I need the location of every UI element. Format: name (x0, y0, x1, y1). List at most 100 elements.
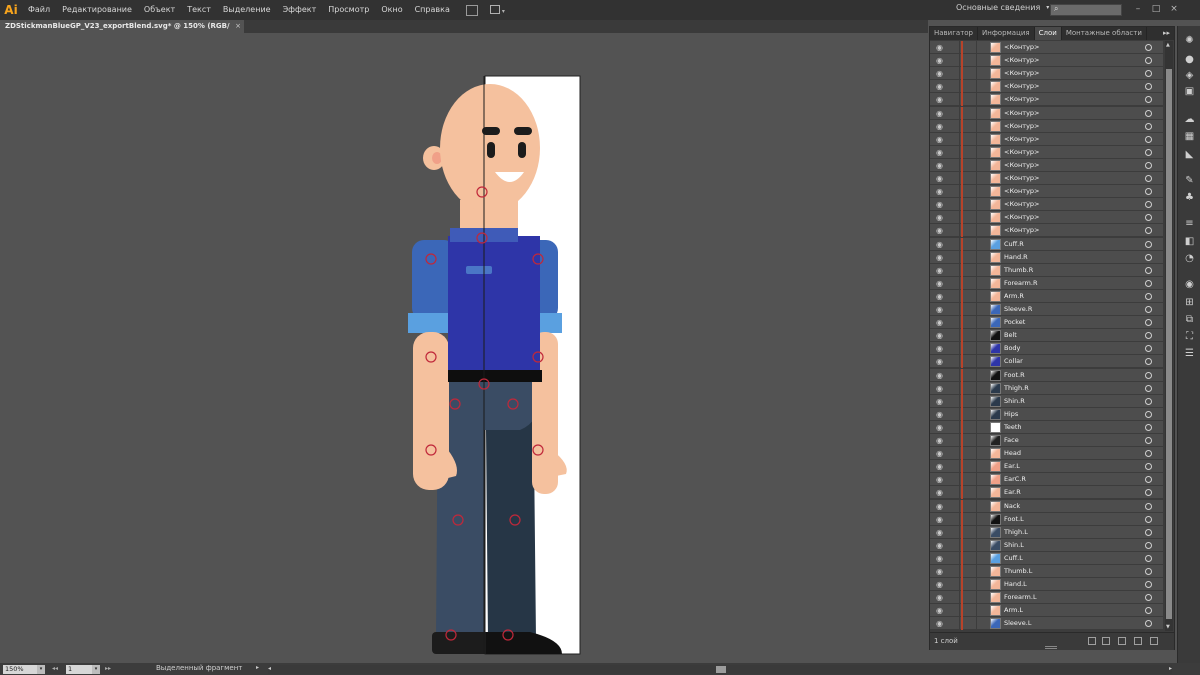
layer-row[interactable]: ◉ <Контур> (930, 67, 1163, 81)
layer-name[interactable]: Ear.R (1004, 486, 1021, 499)
target-circle-icon[interactable] (1145, 240, 1152, 248)
visibility-eye-icon[interactable]: ◉ (936, 488, 943, 497)
visibility-eye-icon[interactable]: ◉ (936, 318, 943, 327)
layer-row[interactable]: ◉ Forearm.R (930, 276, 1163, 290)
target-circle-icon[interactable] (1145, 109, 1152, 117)
visibility-eye-icon[interactable]: ◉ (936, 619, 943, 628)
layer-row[interactable]: ◉ Forearm.L (930, 591, 1163, 605)
layer-name[interactable]: <Контур> (1004, 211, 1040, 224)
layer-row[interactable]: ◉ Arm.R (930, 289, 1163, 303)
layer-name[interactable]: Hips (1004, 408, 1018, 421)
target-circle-icon[interactable] (1145, 148, 1152, 156)
layer-row[interactable]: ◉ <Контур> (930, 145, 1163, 159)
layer-name[interactable]: Collar (1004, 355, 1023, 368)
visibility-eye-icon[interactable]: ◉ (936, 371, 943, 380)
visibility-eye-icon[interactable]: ◉ (936, 226, 943, 235)
visibility-eye-icon[interactable]: ◉ (936, 122, 943, 131)
visibility-eye-icon[interactable]: ◉ (936, 449, 943, 458)
layer-row[interactable]: ◉ <Контур> (930, 198, 1163, 212)
layer-row[interactable]: ◉ <Контур> (930, 54, 1163, 68)
stroke-icon[interactable]: ≡ (1184, 219, 1195, 229)
layer-name[interactable]: Sleeve.L (1004, 617, 1031, 630)
appearance-icon[interactable]: ◔ (1184, 254, 1195, 264)
bridge-icon[interactable] (465, 4, 478, 16)
visibility-eye-icon[interactable]: ◉ (936, 148, 943, 157)
layer-name[interactable]: Shin.R (1004, 395, 1025, 408)
layer-row[interactable]: ◉ Teeth (930, 420, 1163, 434)
graphic-styles-icon[interactable]: ◉ (1184, 280, 1195, 290)
lock-toggle[interactable] (948, 145, 960, 159)
target-circle-icon[interactable] (1145, 594, 1152, 602)
layer-row[interactable]: ◉ <Контур> (930, 158, 1163, 172)
menu-file[interactable]: Файл (22, 0, 56, 20)
layer-name[interactable]: Thigh.R (1004, 382, 1029, 395)
target-circle-icon[interactable] (1145, 410, 1152, 418)
layer-name[interactable]: Hand.L (1004, 578, 1027, 591)
locate-object-icon[interactable] (1088, 637, 1096, 645)
menu-edit[interactable]: Редактирование (56, 0, 138, 20)
layer-name[interactable]: Forearm.R (1004, 277, 1037, 290)
target-circle-icon[interactable] (1145, 397, 1152, 405)
layer-row[interactable]: ◉ Cuff.R (930, 237, 1163, 251)
next-artboard-icon[interactable]: ▸▸ (105, 665, 111, 672)
lock-toggle[interactable] (948, 263, 960, 277)
new-layer-icon[interactable] (1134, 637, 1142, 645)
lock-toggle[interactable] (948, 565, 960, 578)
scroll-up-icon[interactable]: ▲ (1166, 42, 1170, 48)
layer-name[interactable]: Teeth (1004, 421, 1022, 434)
menu-window[interactable]: Окно (375, 0, 408, 20)
visibility-eye-icon[interactable]: ◉ (936, 606, 943, 615)
layer-row[interactable]: ◉ Face (930, 434, 1163, 447)
document-tab[interactable]: ZDStickmanBlueGP_V23_exportBlend.svg* @ … (0, 20, 244, 43)
layer-row[interactable]: ◉ Belt (930, 329, 1163, 343)
visibility-eye-icon[interactable]: ◉ (936, 200, 943, 209)
layer-name[interactable]: Thigh.L (1004, 526, 1028, 539)
visibility-eye-icon[interactable]: ◉ (936, 567, 943, 576)
lock-toggle[interactable] (948, 394, 960, 408)
target-circle-icon[interactable] (1145, 201, 1152, 209)
layer-row[interactable]: ◉ <Контур> (930, 224, 1163, 238)
target-circle-icon[interactable] (1145, 306, 1152, 313)
lock-toggle[interactable] (948, 604, 960, 618)
target-circle-icon[interactable] (1145, 332, 1152, 340)
layer-row[interactable]: ◉ Ear.R (930, 486, 1163, 500)
layer-name[interactable]: <Контур> (1004, 67, 1040, 80)
workspace-switcher[interactable]: Основные сведения ▾ (956, 3, 1049, 12)
target-circle-icon[interactable] (1145, 266, 1152, 274)
layer-name[interactable]: Ear.L (1004, 460, 1020, 473)
target-circle-icon[interactable] (1145, 568, 1152, 575)
layer-row[interactable]: ◉ EarC.R (930, 473, 1163, 487)
close-tab-icon[interactable]: × (235, 20, 241, 33)
visibility-eye-icon[interactable]: ◉ (936, 580, 943, 589)
target-circle-icon[interactable] (1145, 358, 1152, 366)
visibility-eye-icon[interactable]: ◉ (936, 135, 943, 144)
brushes-icon[interactable]: ✎ (1184, 176, 1195, 186)
tab-layers[interactable]: Слои (1034, 27, 1062, 40)
visibility-eye-icon[interactable]: ◉ (936, 423, 943, 432)
lock-toggle[interactable] (948, 578, 960, 592)
status-menu-icon[interactable]: ▸ (256, 664, 259, 671)
visibility-eye-icon[interactable]: ◉ (936, 266, 943, 275)
color-guide-icon[interactable]: ✺ (1184, 36, 1195, 46)
lock-toggle[interactable] (948, 303, 960, 316)
visibility-eye-icon[interactable]: ◉ (936, 541, 943, 550)
layer-row[interactable]: ◉ <Контур> (930, 185, 1163, 199)
layer-name[interactable]: Shin.L (1004, 539, 1024, 552)
menu-object[interactable]: Объект (138, 0, 181, 20)
zoom-dropdown-icon[interactable]: ▾ (37, 665, 45, 674)
layer-row[interactable]: ◉ Shin.L (930, 538, 1163, 552)
layer-name[interactable]: <Контур> (1004, 54, 1040, 67)
target-circle-icon[interactable] (1145, 175, 1152, 182)
lock-toggle[interactable] (948, 106, 960, 120)
lock-toggle[interactable] (948, 551, 960, 565)
lock-toggle[interactable] (948, 381, 960, 395)
target-circle-icon[interactable] (1145, 319, 1152, 327)
layer-name[interactable]: <Контур> (1004, 198, 1040, 211)
previous-artboard-icon[interactable]: ◂◂ (52, 665, 58, 672)
lock-toggle[interactable] (948, 93, 960, 107)
lock-toggle[interactable] (948, 67, 960, 81)
layer-name[interactable]: Cuff.L (1004, 552, 1023, 565)
layer-row[interactable]: ◉ Thigh.L (930, 525, 1163, 539)
target-circle-icon[interactable] (1145, 554, 1152, 562)
lock-toggle[interactable] (948, 329, 960, 343)
